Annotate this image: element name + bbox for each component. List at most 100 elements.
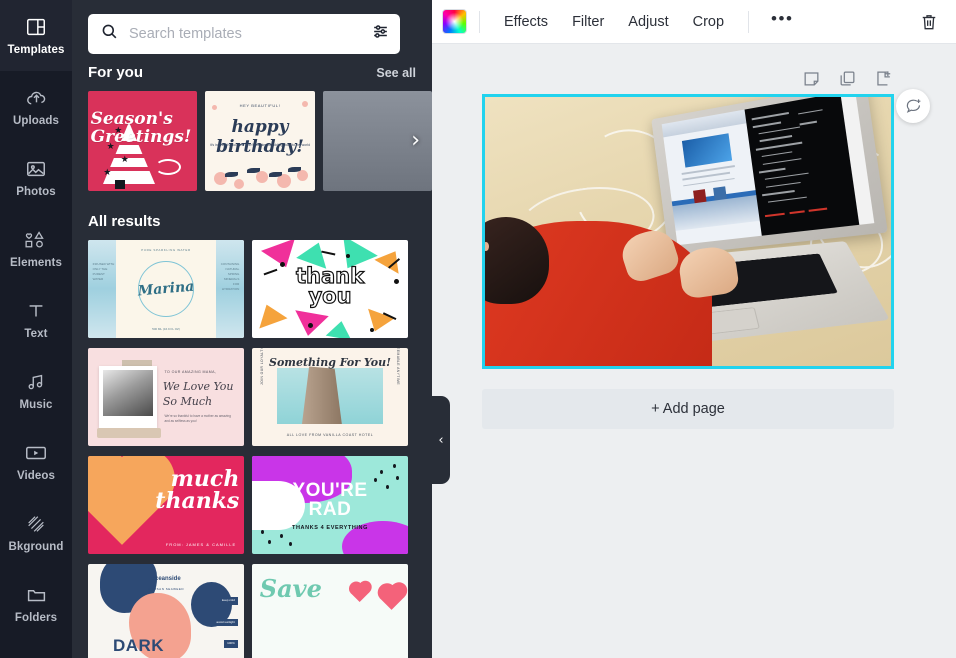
rail-label-templates: Templates bbox=[8, 45, 65, 57]
search-input[interactable] bbox=[119, 26, 371, 42]
thankyou-line2: you bbox=[252, 287, 408, 307]
all-results-grid: Marina PURE SPARKLING WATER INFUSED WITH… bbox=[72, 240, 432, 658]
panel-scroll-area[interactable]: For you See all ★ ★ ★ ★ bbox=[72, 64, 432, 658]
template-card-youre-rad[interactable]: YOU'RE RAD THANKS 4 EVERYTHING bbox=[252, 456, 408, 554]
adjust-button[interactable]: Adjust bbox=[616, 8, 680, 36]
sfy-footer: ALL LOVE FROM VANILLA COAST HOTEL bbox=[252, 433, 408, 437]
rail-label-text: Text bbox=[24, 329, 47, 341]
rail-item-templates[interactable]: Templates bbox=[0, 0, 72, 71]
heart-icon-small bbox=[351, 583, 370, 602]
photo-person-typing-on-laptop bbox=[485, 97, 891, 366]
rail-label-elements: Elements bbox=[10, 258, 62, 270]
template-card-happy-birthday[interactable]: HEY BEAUTIFUL! happy birthday! it's inde… bbox=[205, 91, 314, 191]
heart-icon-large bbox=[379, 586, 404, 611]
rail-item-bkground[interactable]: Bkground bbox=[0, 497, 72, 568]
template-card-seasons-greetings[interactable]: ★ ★ ★ ★ Season's Greetings! bbox=[88, 91, 197, 191]
rail-item-uploads[interactable]: Uploads bbox=[0, 71, 72, 142]
rail-label-videos: Videos bbox=[17, 471, 55, 483]
video-play-icon bbox=[24, 440, 48, 466]
template-card-much-thanks[interactable]: much thanks FROM: JAMES & CAMILLE bbox=[88, 456, 244, 554]
all-results-title: All results bbox=[88, 213, 161, 230]
seasons-line2: Greetings! bbox=[91, 129, 192, 147]
for-you-carousel[interactable]: ★ ★ ★ ★ Season's Greetings! bbox=[72, 91, 432, 191]
marina-left-note: INFUSED WITH ONLY THE PUREST WATER bbox=[93, 262, 115, 282]
canvas-area[interactable]: + Add page bbox=[432, 44, 956, 658]
color-picker-swatch[interactable] bbox=[442, 9, 467, 34]
mama-line2: So Much bbox=[163, 395, 238, 410]
all-results-header: All results bbox=[72, 213, 432, 230]
rail-label-folders: Folders bbox=[15, 613, 57, 625]
mama-line1: We Love You bbox=[163, 380, 238, 395]
toolbar-divider-1 bbox=[479, 11, 480, 33]
notes-icon[interactable] bbox=[801, 68, 821, 88]
oceanside-tag2: avoid sunlight bbox=[213, 619, 237, 627]
template-card-thank-you[interactable]: thank you bbox=[252, 240, 408, 338]
rail-item-videos[interactable]: Videos bbox=[0, 426, 72, 497]
sfy-side-right: REDEEMABLE ANYTIME bbox=[396, 348, 400, 385]
much-thanks-line1: much bbox=[127, 468, 239, 490]
trash-icon[interactable] bbox=[914, 7, 944, 37]
selected-photo-element[interactable] bbox=[482, 94, 894, 369]
rail-item-elements[interactable]: Elements bbox=[0, 213, 72, 284]
editor-area: Effects Filter Adjust Crop ••• bbox=[432, 0, 956, 658]
page-tools bbox=[801, 68, 893, 88]
sfy-title: Something For You! bbox=[252, 356, 408, 369]
rad-line1: YOU'RE bbox=[252, 482, 408, 500]
photo-icon bbox=[25, 156, 47, 182]
template-card-marina[interactable]: Marina PURE SPARKLING WATER INFUSED WITH… bbox=[88, 240, 244, 338]
oceanside-tag1: keep cold bbox=[219, 597, 238, 605]
oceanside-sub: ARTISAN SEAWEED bbox=[88, 587, 244, 591]
add-comment-icon[interactable] bbox=[896, 89, 930, 123]
carousel-next-arrow[interactable]: › bbox=[411, 130, 420, 152]
sliders-icon[interactable] bbox=[371, 22, 390, 46]
rail-item-text[interactable]: Text bbox=[0, 284, 72, 355]
shapes-icon bbox=[23, 227, 49, 253]
for-you-header: For you See all bbox=[72, 64, 432, 81]
save-word: Save bbox=[260, 574, 322, 603]
effects-button[interactable]: Effects bbox=[492, 8, 560, 36]
rad-sub: THANKS 4 EVERYTHING bbox=[252, 525, 408, 531]
left-nav-rail: Templates Uploads Photos bbox=[0, 0, 72, 658]
add-page-button[interactable]: + Add page bbox=[482, 389, 894, 429]
oceanside-tag3: 100% bbox=[224, 640, 238, 648]
more-options-button[interactable]: ••• bbox=[761, 8, 803, 35]
folder-icon bbox=[25, 582, 48, 608]
template-card-something-for-you[interactable]: Something For You! ALL LOVE FROM VANILLA… bbox=[252, 348, 408, 446]
oceanside-brand: oceanside bbox=[88, 576, 244, 582]
templates-icon bbox=[25, 14, 47, 40]
sfy-side-left: JOIN OUR LOYALTY CLUB bbox=[260, 348, 264, 385]
bday-title: happy birthday! bbox=[205, 117, 314, 157]
hatch-pattern-icon bbox=[25, 511, 47, 537]
duplicate-page-icon[interactable] bbox=[837, 68, 857, 88]
marina-right-note: CONTAINING NATURAL SPRING MINERALS FOR H… bbox=[218, 262, 240, 293]
rail-label-photos: Photos bbox=[16, 187, 56, 199]
element-toolbar: Effects Filter Adjust Crop ••• bbox=[432, 0, 956, 44]
search-bar[interactable] bbox=[88, 14, 400, 54]
template-card-save-the-date[interactable]: Save bbox=[252, 564, 408, 658]
bday-eyebrow: HEY BEAUTIFUL! bbox=[205, 103, 314, 108]
rad-line2: RAD bbox=[252, 501, 408, 519]
music-note-icon bbox=[25, 369, 47, 395]
template-card-oceanside-dark[interactable]: oceanside ARTISAN SEAWEED DARK keep cold… bbox=[88, 564, 244, 658]
canva-editor-window: Templates Uploads Photos bbox=[0, 0, 956, 658]
for-you-see-all-link[interactable]: See all bbox=[376, 66, 416, 80]
mama-body: We're so thankful to have a mother as am… bbox=[164, 414, 236, 425]
filter-button[interactable]: Filter bbox=[560, 8, 616, 36]
marina-header: PURE SPARKLING WATER bbox=[122, 248, 209, 253]
rail-item-photos[interactable]: Photos bbox=[0, 142, 72, 213]
rail-item-music[interactable]: Music bbox=[0, 355, 72, 426]
rail-label-uploads: Uploads bbox=[13, 116, 59, 128]
rail-label-bkground: Bkground bbox=[8, 542, 63, 554]
toolbar-divider-2 bbox=[748, 11, 749, 33]
bday-body: it's indeed the luckiest ever!\nthanks f… bbox=[205, 143, 314, 149]
template-card-we-love-you-mama[interactable]: TO OUR AMAZING MAMA, We Love You So Much… bbox=[88, 348, 244, 446]
much-thanks-from: FROM: JAMES & CAMILLE bbox=[166, 542, 236, 547]
panel-collapse-handle[interactable]: ‹ bbox=[432, 396, 450, 484]
add-page-icon[interactable] bbox=[873, 68, 893, 88]
text-t-icon bbox=[25, 298, 47, 324]
templates-panel: For you See all ★ ★ ★ ★ bbox=[72, 0, 432, 658]
for-you-title: For you bbox=[88, 64, 143, 81]
crop-button[interactable]: Crop bbox=[681, 8, 736, 36]
upload-cloud-icon bbox=[25, 85, 48, 111]
rail-item-folders[interactable]: Folders bbox=[0, 568, 72, 639]
